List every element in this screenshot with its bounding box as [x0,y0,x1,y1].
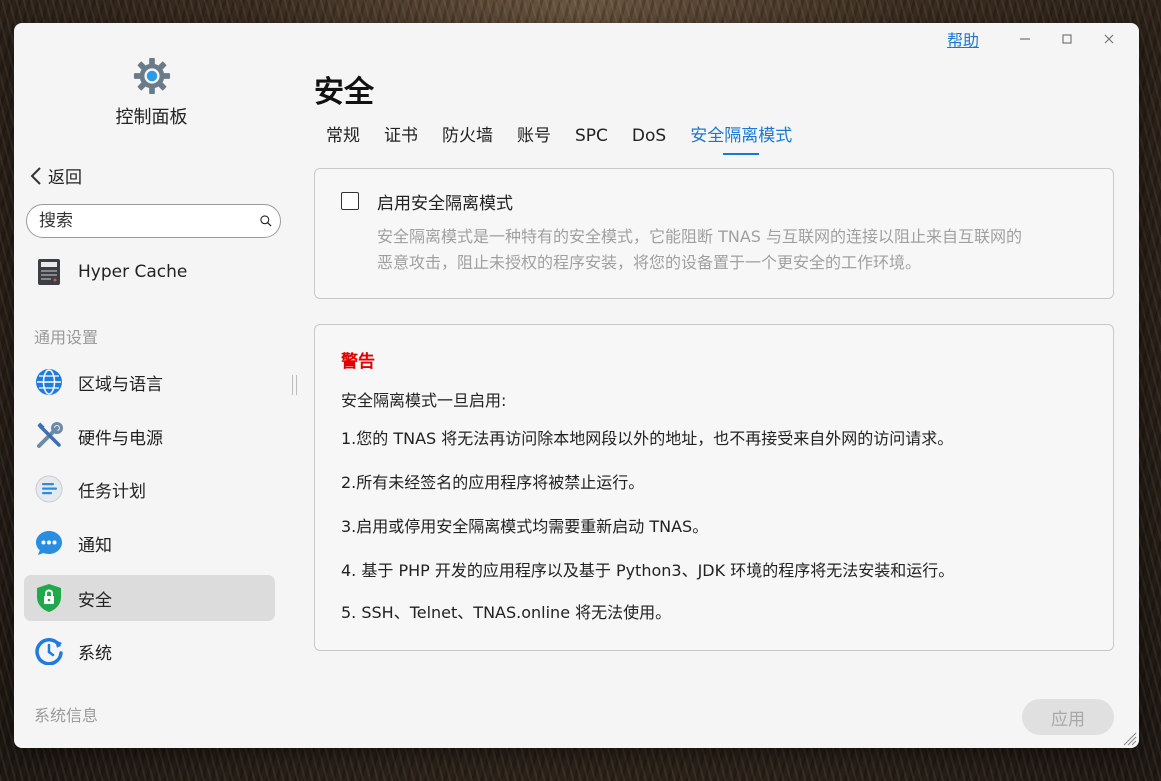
sidebar-item-region-language[interactable]: 区域与语言 [24,359,275,405]
tab-dos[interactable]: DoS [620,123,678,153]
shield-lock-icon [34,583,64,613]
search-input[interactable] [37,210,260,232]
gear-icon [133,57,170,95]
close-button[interactable] [1093,27,1125,51]
tab-spc[interactable]: SPC [563,123,620,153]
sidebar-item-label: 任务计划 [78,481,146,502]
tab-firewall[interactable]: 防火墙 [430,123,505,153]
resize-grip-icon[interactable] [1121,730,1137,746]
warning-item: 2.所有未经签名的应用程序将被禁止运行。 [341,473,645,492]
warning-title: 警告 [341,352,375,372]
back-button[interactable]: 返回 [30,163,82,188]
sidebar-item-label: 区域与语言 [78,374,163,395]
close-icon [1104,34,1114,44]
chat-bubble-icon [34,528,64,558]
warning-item: 3.启用或停用安全隔离模式均需要重新启动 TNAS。 [341,517,709,536]
apply-button[interactable]: 应用 [1022,699,1114,735]
description-line: 恶意攻击，阻止未授权的程序安装，将您的设备置于一个更安全的工作环境。 [377,253,922,272]
minimize-button[interactable] [1009,27,1041,51]
warning-card: 警告 安全隔离模式一旦启用: 1.您的 TNAS 将无法再访问除本地网段以外的地… [314,324,1114,651]
page-title: 安全 [314,75,374,110]
system-clock-icon [34,636,64,666]
section-system-info: 系统信息 [34,706,99,725]
tab-bar: 常规 证书 防火墙 账号 SPC DoS 安全隔离模式 [314,123,804,157]
sidebar-item-task-schedule[interactable]: 任务计划 [24,466,275,512]
task-list-icon [34,474,64,504]
search-icon[interactable] [260,211,272,231]
isolation-mode-description: 安全隔离模式是一种特有的安全模式，它能阻断 TNAS 与互联网的连接以阻止来自互… [377,224,1097,276]
control-panel-window: 帮助 控制面板 返回 搜索 Hyper Cache 通用设置 区域与语言 硬件与… [14,23,1139,748]
tools-icon [34,421,64,451]
tab-certificate[interactable]: 证书 [372,123,430,153]
warning-item: 5. SSH、Telnet、TNAS.online 将无法使用。 [341,603,672,622]
sidebar-item-label: 通知 [78,535,112,556]
isolation-mode-card: 启用安全隔离模式 安全隔离模式是一种特有的安全模式，它能阻断 TNAS 与互联网… [314,168,1114,299]
sidebar-item-hyper-cache[interactable]: Hyper Cache [24,249,275,295]
isolation-mode-checkbox[interactable] [341,192,359,210]
chevron-left-icon [30,166,41,185]
warning-item: 4. 基于 PHP 开发的应用程序以及基于 Python3、JDK 环境的程序将… [341,561,955,580]
help-link[interactable]: 帮助 [947,27,979,51]
sidebar-item-notification[interactable]: 通知 [24,520,275,566]
warning-item: 1.您的 TNAS 将无法再访问除本地网段以外的地址，也不再接受来自外网的访问请… [341,429,954,448]
search-box [26,204,281,238]
maximize-button[interactable] [1051,27,1083,51]
minimize-icon [1020,38,1030,40]
sidebar-item-system[interactable]: 系统 [24,628,275,674]
sidebar-item-label: 安全 [78,590,112,611]
warning-intro: 安全隔离模式一旦启用: [341,391,507,410]
sidebar-resize-handle[interactable] [292,375,297,395]
app-title: 控制面板 [115,107,188,128]
maximize-icon [1062,34,1072,44]
sidebar-item-security[interactable]: 安全 [24,575,275,621]
sidebar-item-hardware-power[interactable]: 硬件与电源 [24,413,275,459]
sidebar-item-label: 硬件与电源 [78,428,163,449]
tab-account[interactable]: 账号 [505,123,563,153]
app-header: 控制面板 [14,57,289,129]
sidebar-item-label: Hyper Cache [78,262,188,282]
tab-general[interactable]: 常规 [314,123,372,153]
section-general-settings: 通用设置 [34,328,99,347]
sidebar-item-label: 系统 [78,643,112,664]
globe-icon [34,367,64,397]
back-label: 返回 [48,168,82,188]
ssd-icon [34,257,64,287]
description-line: 安全隔离模式是一种特有的安全模式，它能阻断 TNAS 与互联网的连接以阻止来自互… [377,227,1023,246]
sidebar: 控制面板 返回 搜索 Hyper Cache 通用设置 区域与语言 硬件与电源 … [14,23,289,748]
isolation-mode-label: 启用安全隔离模式 [377,194,513,214]
tab-isolation-mode[interactable]: 安全隔离模式 [678,123,804,153]
window-controls: 帮助 [947,27,1125,51]
